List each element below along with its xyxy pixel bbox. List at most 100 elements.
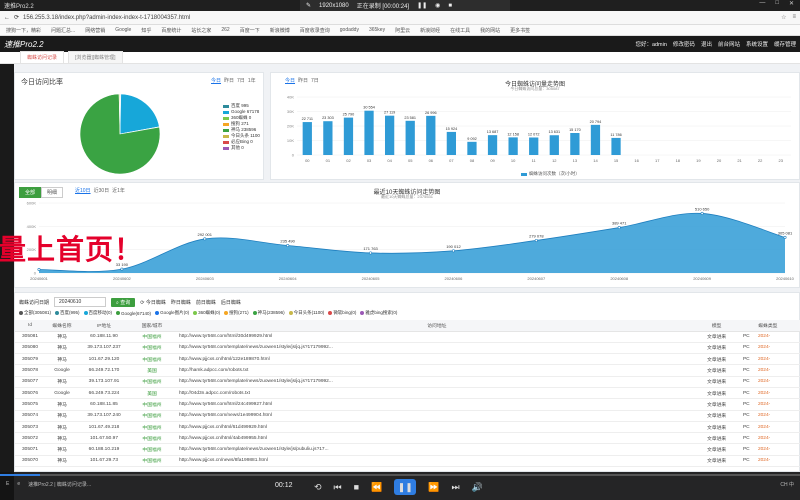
table-cell[interactable]: http://www.pjjcxs.cn/news/8fa199881.html	[175, 455, 699, 468]
table-cell[interactable]: http://www.pjjcxs.cn/html/122e189870.htm…	[175, 353, 699, 366]
refresh-icon[interactable]: ⟳	[14, 14, 19, 21]
link-today[interactable]: ⟳ 今日蜘蛛	[140, 299, 166, 306]
stat-chip[interactable]: 雅虎bing搜索(0)	[360, 310, 397, 316]
area-point-20240608[interactable]	[617, 226, 621, 230]
bar-14[interactable]	[590, 124, 601, 155]
table-row[interactable]: 305071 神马 60.188.10.219 中国福州 http://www.tyr5…	[15, 443, 800, 456]
pie-filter-7d[interactable]: 7日	[237, 77, 245, 84]
header-link-cache[interactable]: 缓存管理	[774, 40, 796, 48]
table-row[interactable]: 305078 Google 66.249.72.170 美国 http://hamk.a…	[15, 364, 800, 377]
bookmark-item[interactable]: 更多书签	[510, 27, 530, 34]
table-cell[interactable]: http://www.tyr568.com/template/news/zuow…	[175, 443, 699, 456]
pie-filter-1y[interactable]: 1年	[248, 77, 256, 84]
area-point-20240602[interactable]	[120, 267, 124, 271]
link-after[interactable]: 后日蜘蛛	[221, 299, 241, 306]
column-header[interactable]: 蜘蛛类型	[734, 320, 800, 332]
pause-button[interactable]: ❚❚	[394, 479, 417, 495]
header-link-front[interactable]: 前台网站	[718, 40, 740, 48]
stop-icon-player[interactable]: ■	[354, 482, 359, 492]
bookmark-item[interactable]: 我的网站	[480, 27, 500, 34]
table-row[interactable]: 305074 神马 39.173.107.240 中国福州 http://www.tyr…	[15, 410, 800, 422]
table-cell[interactable]: http://www.tyr568.com/html/24c499927.htm…	[175, 398, 699, 411]
stat-chip[interactable]: 百度(995)	[55, 310, 80, 316]
table-cell[interactable]: http://www.tyr568.com/news/1e499904.html	[175, 410, 699, 422]
area-point-20240603[interactable]	[203, 237, 207, 241]
table-row[interactable]: 305076 Google 66.249.73.224 美国 http://04d3n.…	[15, 387, 800, 400]
table-row[interactable]: 305079 神马 101.67.29.120 中国福州 http://www.pjjc…	[15, 353, 800, 366]
area-point-20240609[interactable]	[700, 211, 704, 215]
stat-chip[interactable]: 搜狗(271)	[224, 310, 249, 316]
bar-07[interactable]	[446, 131, 457, 155]
pie-filter-yesterday[interactable]: 昨日	[224, 77, 234, 84]
bookmark-item[interactable]: 新浪财经	[420, 27, 440, 34]
rewind-icon[interactable]: ⏪	[371, 482, 382, 493]
bookmark-item[interactable]: 问题汇总...	[51, 27, 75, 34]
bookmark-item[interactable]: 百度统计	[161, 27, 181, 34]
repeat-icon[interactable]: ⟲	[314, 482, 322, 493]
bar-11[interactable]	[529, 137, 539, 155]
maximize-icon[interactable]: □	[775, 0, 779, 7]
bar-03[interactable]	[364, 110, 374, 155]
bar-06[interactable]	[426, 115, 436, 155]
stat-chip[interactable]: 百度移动(0)	[83, 310, 112, 316]
bar-15[interactable]	[611, 137, 621, 155]
bookmark-item[interactable]: 搜狗一下，精彩	[6, 27, 41, 34]
bookmark-item[interactable]: 262	[221, 27, 229, 33]
prev-icon[interactable]: ⏮	[334, 482, 342, 493]
bar-13[interactable]	[570, 133, 580, 155]
bookmark-item[interactable]: 在线工具	[450, 27, 470, 34]
task-item-3[interactable]: 速推Pro2.2 | 蜘蛛访问记录...	[28, 481, 91, 488]
header-link-password[interactable]: 修改密码	[673, 40, 695, 48]
bookmark-item[interactable]: 知乎	[141, 27, 151, 34]
stat-chip[interactable]: 全部(305081)	[19, 310, 51, 316]
area-point-20240606[interactable]	[451, 249, 455, 253]
column-header[interactable]: 国家/城市	[129, 320, 175, 332]
progress-bar[interactable]	[0, 474, 800, 476]
table-cell[interactable]: http://www.pjjcxs.cn/html/4ab499955.html	[175, 432, 699, 445]
minimize-icon[interactable]: —	[759, 0, 765, 7]
pin-icon[interactable]: ✎	[306, 2, 311, 9]
header-link-settings[interactable]: 系统设置	[746, 40, 768, 48]
bookmark-item[interactable]: 网络营销	[85, 27, 105, 34]
pause-icon[interactable]: ❚❚	[417, 2, 427, 9]
area-point-20240605[interactable]	[369, 251, 373, 255]
link-yesterday[interactable]: 昨日蜘蛛	[171, 299, 191, 306]
bookmark-item[interactable]: 百度一下	[240, 27, 260, 34]
bar-04[interactable]	[384, 115, 395, 155]
stat-chip[interactable]: Google(67140)	[116, 310, 151, 316]
bookmark-item[interactable]: 百度收录查询	[300, 27, 330, 34]
volume-icon[interactable]: 🔊	[472, 482, 483, 493]
table-cell[interactable]: http://04d3n.adpcc.com/robots.txt	[175, 387, 699, 400]
stat-chip[interactable]: 今日头条(1100)	[288, 310, 324, 316]
bookmark-item[interactable]: 365key	[369, 27, 385, 33]
bar-01[interactable]	[323, 121, 333, 155]
stop-icon[interactable]: ■	[448, 3, 452, 9]
table-row[interactable]: 305073 神马 101.67.49.218 中国福州 http://www.pjjc…	[15, 421, 800, 434]
bookmark-item[interactable]: 站长之家	[191, 27, 211, 34]
column-header[interactable]: 蜘蛛名称	[45, 320, 79, 332]
url-input[interactable]: 156.255.3.18/index.php?admin-index-index…	[23, 15, 190, 21]
table-row[interactable]: 305081 神马 60.188.11.90 中国福州 http://www.tyr56…	[15, 331, 800, 343]
link-before-yesterday[interactable]: 前日蜘蛛	[196, 299, 216, 306]
tab-spider-manage[interactable]: [浏览器][蜘蛛管理]	[68, 51, 123, 63]
close-icon[interactable]: ✕	[789, 0, 794, 7]
column-header[interactable]: 访问地址	[175, 320, 699, 332]
table-cell[interactable]: http://hamk.adpcc.com/robots.txt	[175, 364, 699, 377]
table-cell[interactable]: http://www.pjjcxs.cn/html/61d499929.html	[175, 421, 699, 434]
pie-legend-item[interactable]: 其他 0	[223, 145, 260, 151]
bar-09[interactable]	[487, 135, 498, 155]
table-cell[interactable]: http://www.tyr568.com/html/30d499929.htm…	[175, 331, 699, 343]
area-point-20240607[interactable]	[534, 238, 538, 242]
table-row[interactable]: 305080 神马 39.173.107.237 中国福州 http://www.tyr…	[15, 342, 800, 355]
area-point-20240610[interactable]	[783, 235, 787, 239]
stat-chip[interactable]: 神马(238596)	[252, 310, 285, 316]
bookmark-item[interactable]: godaddy	[340, 27, 359, 33]
pie-filter-today[interactable]: 今日	[211, 77, 221, 84]
column-header[interactable]: Id	[15, 320, 45, 332]
query-button[interactable]: ⌕ 查询	[111, 297, 136, 307]
area-point-20240601[interactable]	[37, 268, 41, 272]
date-input[interactable]: 20240610	[54, 297, 107, 307]
task-item-2[interactable]: e	[17, 481, 20, 488]
table-row[interactable]: 305070 神马 101.67.29.73 中国福州 http://www.pjjcx…	[15, 455, 800, 468]
menu-icon[interactable]: ≡	[792, 14, 796, 21]
